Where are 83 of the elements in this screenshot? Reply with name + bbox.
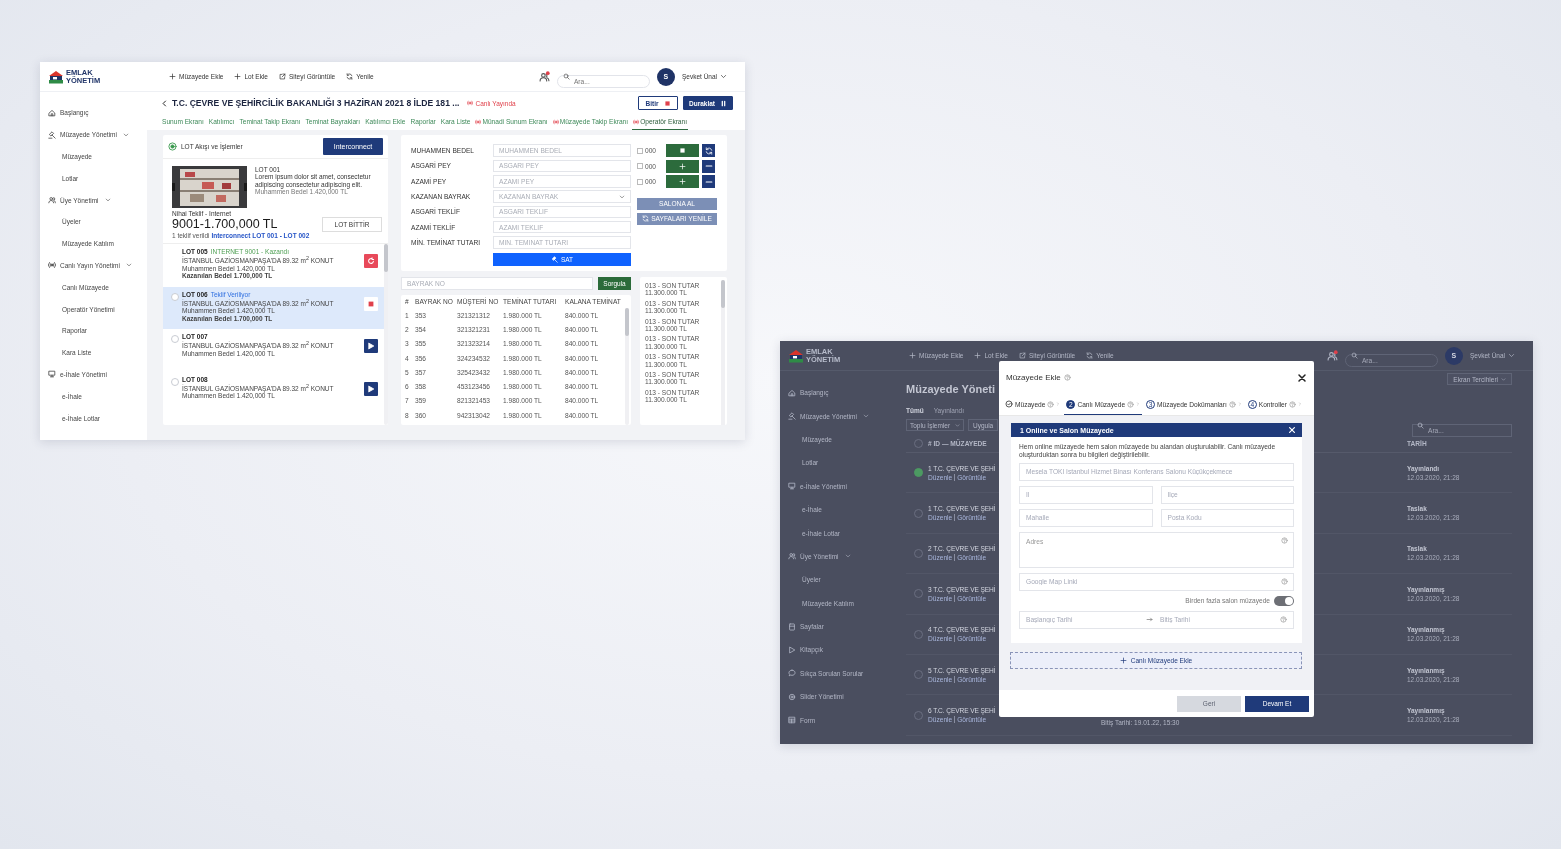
page-icon: [788, 622, 796, 631]
help-icon: [1228, 400, 1236, 408]
refresh-icon: [1086, 352, 1094, 359]
help-icon: [1063, 374, 1071, 381]
broadcast-icon: [633, 118, 640, 125]
logo-icon: [788, 348, 804, 363]
broadcast-icon: [48, 261, 56, 270]
refresh-icon: [642, 215, 650, 222]
users-icon: [48, 196, 56, 205]
play-icon: [788, 646, 796, 654]
arrow-icon: [1146, 616, 1153, 624]
ring-icon: [788, 692, 796, 701]
plus-icon: [679, 162, 686, 170]
stop-icon: [663, 99, 671, 107]
stop-button[interactable]: [364, 296, 378, 311]
notification-icon[interactable]: [1326, 350, 1338, 361]
gavel-icon: [788, 412, 796, 421]
plus-icon: [169, 73, 176, 80]
checkbox[interactable]: [637, 147, 643, 154]
chevron-down-icon: [955, 422, 960, 428]
monitor-icon: [48, 370, 56, 379]
chevron-down-icon: [1501, 376, 1506, 382]
close-icon[interactable]: [1297, 372, 1307, 383]
help-icon: [1281, 537, 1288, 545]
external-link-icon: [1018, 352, 1026, 359]
home-icon: [48, 108, 56, 117]
refresh-icon: [704, 146, 713, 155]
stop-icon: [679, 147, 686, 155]
radio-button[interactable]: [914, 468, 923, 478]
plus-icon: [679, 178, 686, 186]
play-button[interactable]: [364, 381, 378, 396]
broadcast-icon: [467, 100, 474, 106]
help-icon: [1281, 578, 1288, 586]
help-icon: [1288, 400, 1296, 408]
chevron-down-icon: [619, 193, 625, 200]
search-icon: [1417, 421, 1424, 429]
stop-icon: [367, 299, 375, 308]
refresh-button[interactable]: [702, 144, 715, 158]
increase-button[interactable]: [666, 159, 699, 173]
search-icon: [562, 73, 570, 80]
plus-icon: [1119, 656, 1127, 664]
notification-icon[interactable]: [538, 71, 550, 82]
plus-icon: [974, 352, 982, 359]
check-circle-icon: [1005, 400, 1013, 408]
help-icon: [1127, 400, 1135, 408]
page-title: Müzayede Yöneti: [906, 383, 996, 395]
play-icon: [367, 384, 375, 393]
checkbox[interactable]: [637, 178, 643, 185]
plus-icon: [234, 73, 242, 80]
refresh-icon: [346, 73, 354, 80]
external-link-icon: [278, 73, 286, 80]
help-icon: [1280, 616, 1287, 624]
back-icon: [161, 99, 168, 107]
restart-icon: [367, 257, 375, 265]
increase-button[interactable]: [666, 175, 699, 189]
plus-icon: [909, 352, 916, 359]
toggle-switch[interactable]: [1274, 595, 1294, 606]
logo-icon: [48, 69, 64, 84]
pause-icon: [720, 99, 727, 107]
decrease-button[interactable]: [702, 175, 715, 189]
broadcast-icon: [475, 118, 482, 125]
chevron-down-icon: [720, 73, 727, 80]
play-button[interactable]: [364, 339, 378, 353]
gavel-icon: [48, 130, 56, 139]
broadcast-icon: [552, 118, 559, 125]
gavel-icon: [550, 256, 558, 264]
grid-icon: [788, 716, 796, 725]
modal-title: Müzayede Ekle: [1006, 373, 1061, 382]
search-icon: [1350, 352, 1358, 359]
users-icon: [788, 552, 796, 561]
page-title: T.C. ÇEVRE VE ŞEHİRCİLİK BAKANLIĞI 3 HAZİRAN 2021 8 İLDE 181 ...: [172, 98, 460, 108]
chat-icon: [788, 669, 796, 678]
play-icon: [367, 342, 375, 350]
final-bid-value: 9001-1.700,000 TL: [172, 217, 278, 232]
stop-button[interactable]: [666, 144, 699, 158]
checkbox[interactable]: [637, 163, 643, 170]
chevron-down-icon: [1508, 352, 1515, 359]
restart-button[interactable]: [364, 254, 378, 268]
home-icon: [788, 388, 796, 397]
help-icon: [1047, 400, 1055, 408]
decrease-button[interactable]: [702, 159, 715, 173]
radio-icon: [168, 142, 177, 151]
monitor-icon: [788, 482, 796, 491]
